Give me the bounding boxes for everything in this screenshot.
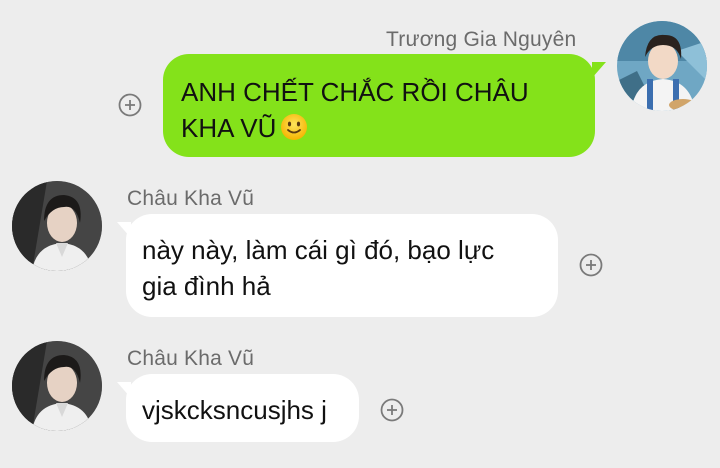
message-text-line-2: KHA VŨ <box>181 110 579 150</box>
plus-circle-icon <box>579 253 603 277</box>
message-text-line: vjskcksncusjhs j <box>142 395 327 425</box>
sender-name: Trương Gia Nguyên <box>386 28 577 51</box>
avatar[interactable] <box>12 181 102 271</box>
message-text-line: này này, làm cái gì đó, bạo lực <box>142 235 495 265</box>
add-reaction-button[interactable] <box>579 253 603 277</box>
message-bubble[interactable]: vjskcksncusjhs j <box>126 374 359 442</box>
sender-name: Châu Kha Vũ <box>127 347 255 370</box>
plus-circle-icon <box>380 398 404 422</box>
add-reaction-button[interactable] <box>380 398 404 422</box>
message-bubble[interactable]: ANH CHẾT CHẮC RỒI CHÂU KHA VŨ <box>163 54 595 157</box>
slightly-smiling-face-icon <box>280 113 308 150</box>
add-reaction-button[interactable] <box>118 93 142 117</box>
message-bubble[interactable]: này này, làm cái gì đó, bạo lực gia đình… <box>126 214 558 317</box>
avatar[interactable] <box>617 21 707 111</box>
plus-circle-icon <box>118 93 142 117</box>
avatar[interactable] <box>12 341 102 431</box>
sender-name: Châu Kha Vũ <box>127 187 255 210</box>
message-text-line-2: gia đình hả <box>142 271 271 301</box>
message-text-line: ANH CHẾT CHẮC RỒI CHÂU <box>181 77 529 107</box>
